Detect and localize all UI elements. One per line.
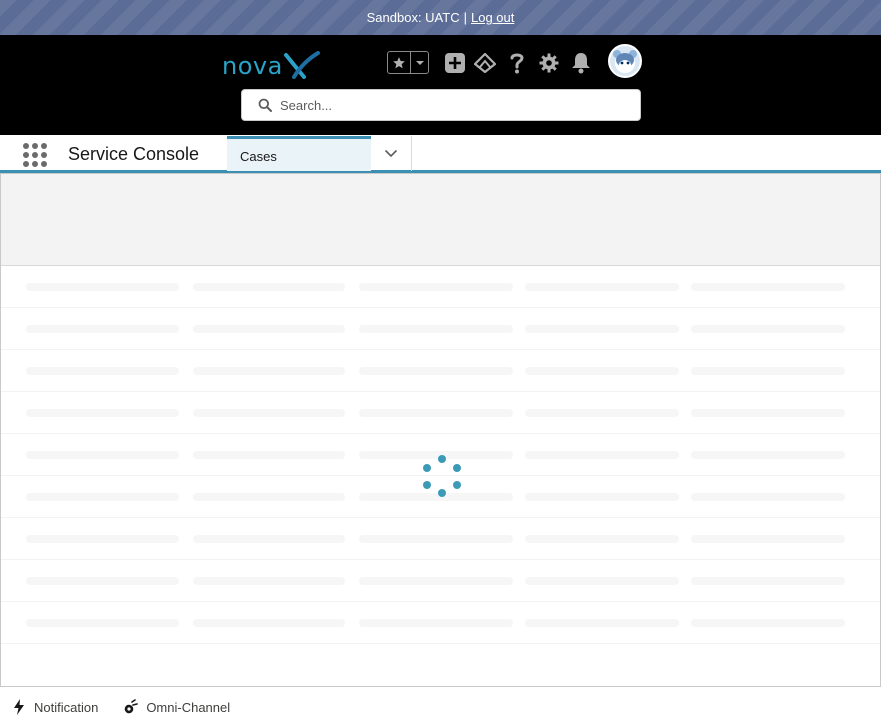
sandbox-banner: Sandbox: UATC | Log out [0,0,881,35]
utility-notification[interactable]: Notification [12,699,98,715]
skeleton-cell [193,283,345,291]
app-name: Service Console [68,144,200,164]
search-input[interactable] [280,97,620,113]
skeleton-row [1,266,880,308]
avatar[interactable] [608,44,642,78]
skeleton-cell [525,535,679,543]
skeleton-cell [26,325,179,333]
skeleton-cell [525,409,679,417]
skeleton-cell [26,619,179,627]
search-icon [258,98,272,112]
skeleton-cell [359,619,513,627]
skeleton-row [1,350,880,392]
global-search[interactable] [241,89,641,121]
skeleton-cell [691,577,845,585]
app-launcher-icon[interactable] [23,143,47,167]
skeleton-cell [525,577,679,585]
chevron-down-icon[interactable] [411,52,428,73]
logo-text: nova [222,52,283,80]
workspace-loading [0,173,881,687]
skeleton-row [1,602,880,644]
global-header: nova [0,35,881,135]
skeleton-cell [26,535,179,543]
spinner-dot [423,480,432,489]
tab-cases[interactable]: Cases [227,136,371,171]
skeleton-cell [359,535,513,543]
skeleton-row [1,518,880,560]
skeleton-cell [193,367,345,375]
nova-logo[interactable]: nova [222,49,322,81]
lightning-icon [14,699,24,715]
loading-spinner [421,455,463,497]
spinner-dot [452,480,461,489]
skeleton-cell [193,325,345,333]
skeleton-row [1,392,880,434]
skeleton-cell [525,367,679,375]
skeleton-cell [525,451,679,459]
skeleton-cell [193,493,345,501]
help-icon[interactable] [506,52,528,74]
skeleton-cell [691,325,845,333]
skeleton-cell [691,409,845,417]
skeleton-row [1,560,880,602]
trailhead-icon[interactable] [474,52,496,74]
spinner-dot [423,463,432,472]
sandbox-separator: | [463,10,467,25]
skeleton-cell [193,451,345,459]
skeleton-cell [525,619,679,627]
spinner-dot [438,489,446,497]
favorites-button[interactable] [387,51,429,74]
skeleton-cell [691,535,845,543]
logout-link[interactable]: Log out [471,10,514,25]
app-nav-bar: Service Console Cases [0,135,881,173]
skeleton-cell [193,577,345,585]
logo-x-mark [284,51,320,79]
skeleton-cell [359,367,513,375]
skeleton-cell [26,409,179,417]
add-icon[interactable] [444,52,466,74]
skeleton-cell [359,577,513,585]
skeleton-cell [359,409,513,417]
skeleton-cell [26,367,179,375]
chevron-down-icon [384,149,398,158]
skeleton-cell [691,283,845,291]
gear-icon[interactable] [538,52,560,74]
workspace-header-placeholder [1,174,880,266]
spinner-dot [452,463,461,472]
skeleton-cell [525,493,679,501]
nav-menu-button[interactable] [371,136,412,171]
utility-omni-channel[interactable]: Omni-Channel [124,699,230,715]
skeleton-row [1,308,880,350]
utility-bar: Notification Omni-Channel [0,687,881,727]
star-icon[interactable] [388,52,411,73]
skeleton-cell [691,367,845,375]
omni-channel-icon [125,699,139,714]
skeleton-cell [359,325,513,333]
skeleton-cell [26,451,179,459]
skeleton-cell [26,493,179,501]
skeleton-cell [193,535,345,543]
skeleton-cell [691,619,845,627]
skeleton-cell [525,283,679,291]
skeleton-cell [691,493,845,501]
bell-icon[interactable] [570,52,592,74]
utility-omni-channel-label: Omni-Channel [146,699,231,715]
skeleton-cell [359,283,513,291]
astro-avatar-icon [613,50,637,73]
skeleton-cell [525,325,679,333]
skeleton-cell [26,577,179,585]
utility-notification-label: Notification [34,699,99,715]
skeleton-cell [193,409,345,417]
sandbox-label: Sandbox: UATC [366,10,460,25]
skeleton-cell [691,451,845,459]
spinner-dot [438,455,446,463]
skeleton-cell [26,283,179,291]
skeleton-cell [193,619,345,627]
